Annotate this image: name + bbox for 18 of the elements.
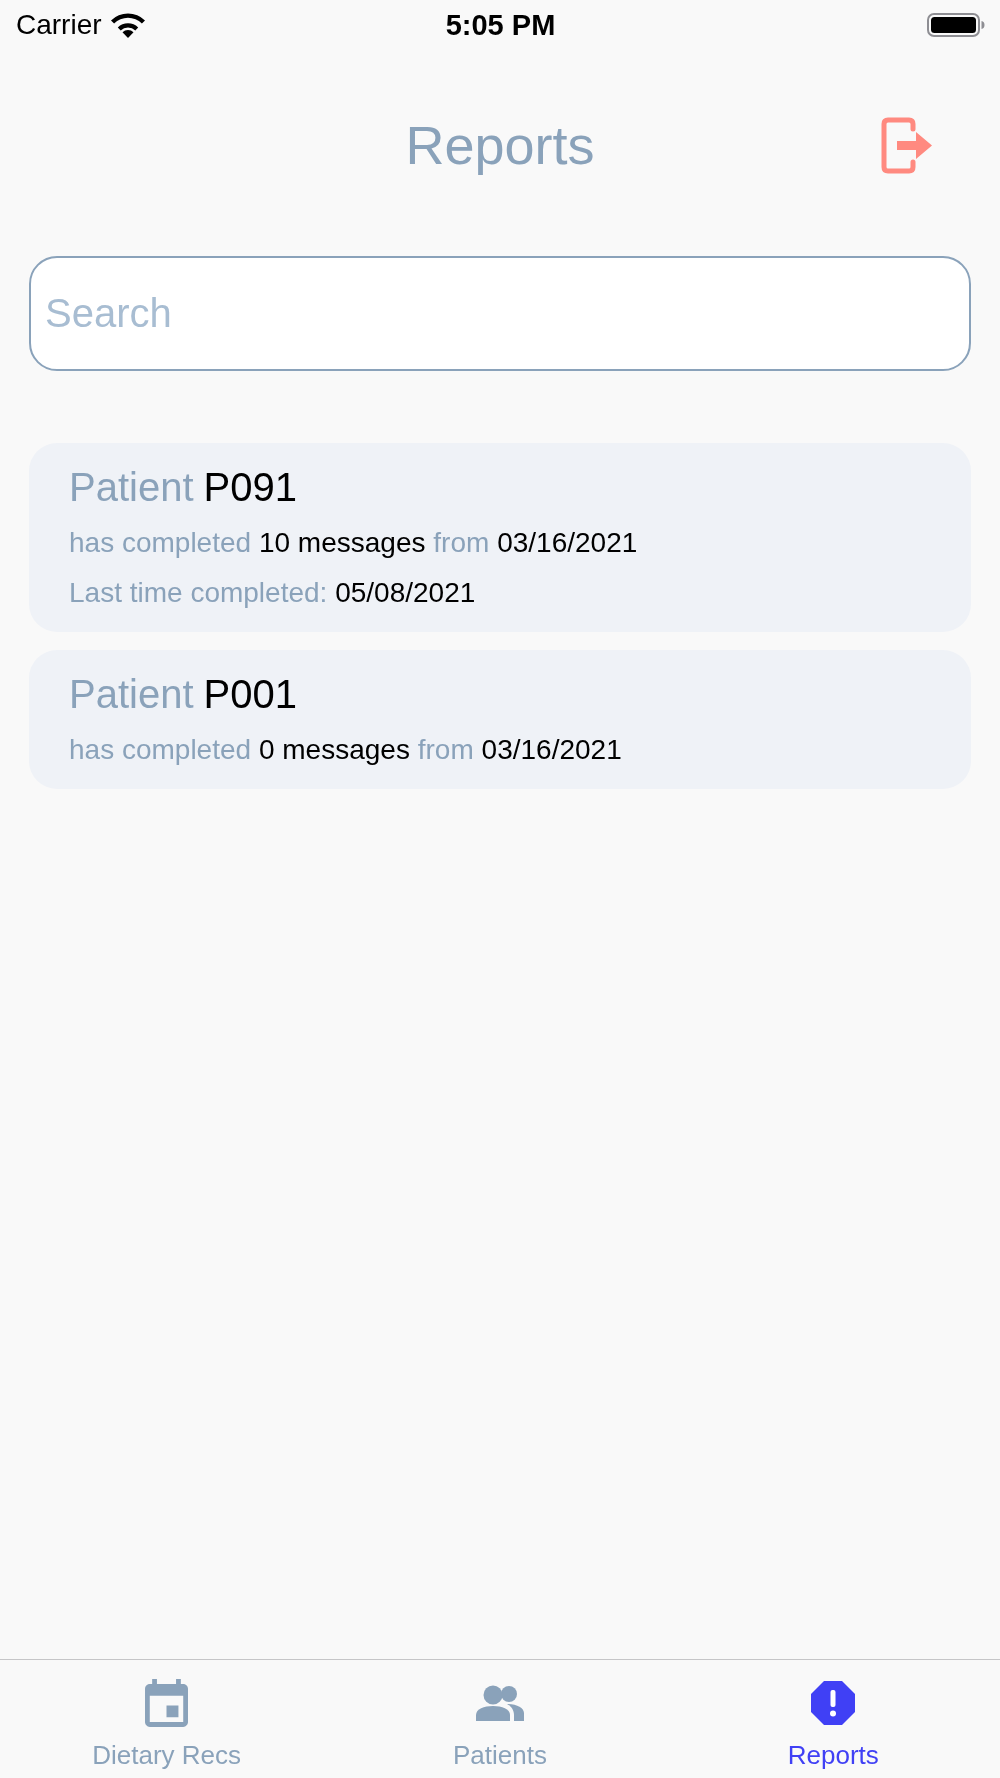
patient-title: Patient P001: [69, 671, 298, 718]
tab-button[interactable]: Reports: [666, 1660, 1000, 1778]
alert-icon: [811, 1681, 856, 1725]
report-detail-text: has completed 0 messages from 03/16/2021: [69, 733, 623, 767]
page-title: Reports: [405, 113, 595, 177]
report-card[interactable]: Patient P091 has completed 10 messages from 03/16/2021 Last time completed: 05/08/2021: [29, 443, 971, 632]
carrier-text: Carrier: [16, 9, 102, 41]
wifi-icon: [109, 12, 146, 38]
calendar-icon: [145, 1679, 189, 1727]
report-card[interactable]: Patient P001 has completed 0 messages from 03/16/2021: [29, 650, 971, 789]
report-detail-text: Last time completed: 05/08/2021: [69, 576, 477, 610]
search-field[interactable]: Search: [29, 256, 971, 371]
status-time: 5:05 PM: [445, 8, 556, 42]
battery-icon: [927, 13, 985, 37]
people-icon: [476, 1685, 524, 1721]
exit-icon[interactable]: [881, 116, 933, 174]
patient-title: Patient P091: [69, 464, 298, 511]
report-detail-text: has completed 10 messages from 03/16/2021: [69, 526, 639, 560]
